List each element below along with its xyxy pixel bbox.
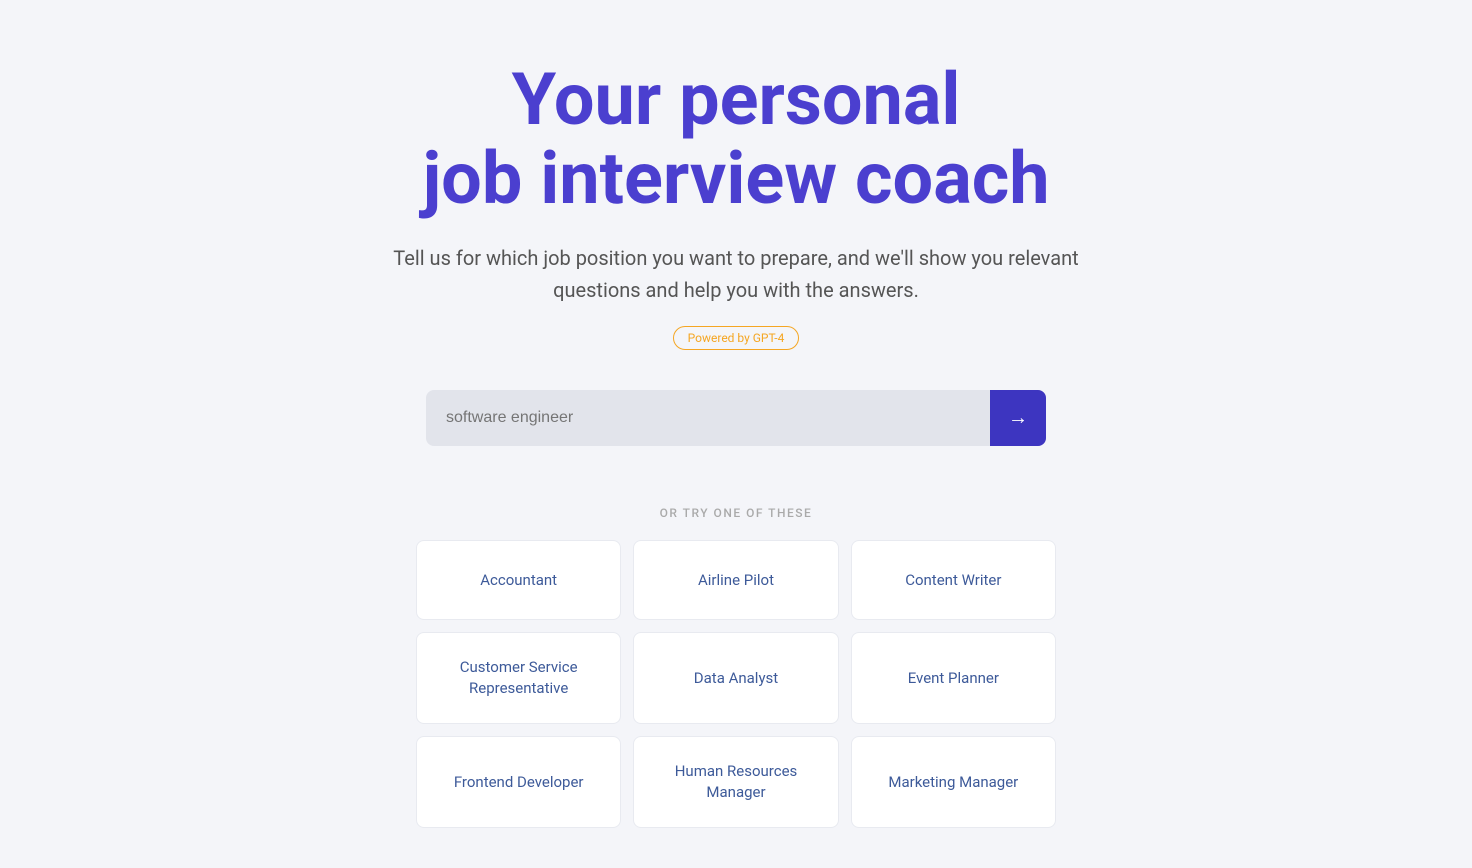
hero-title-line1: Your personal (512, 57, 961, 142)
suggestion-card-hr-manager[interactable]: Human Resources Manager (633, 736, 838, 828)
suggestion-card-marketing-manager[interactable]: Marketing Manager (851, 736, 1056, 828)
suggestion-card-event-planner[interactable]: Event Planner (851, 632, 1056, 724)
hero-title: Your personal job interview coach (386, 60, 1086, 218)
suggestion-card-airline-pilot[interactable]: Airline Pilot (633, 540, 838, 620)
hero-section: Your personal job interview coach Tell u… (386, 60, 1086, 350)
suggestion-card-customer-service-rep[interactable]: Customer Service Representative (416, 632, 621, 724)
powered-badge: Powered by GPT-4 (673, 326, 800, 350)
search-input[interactable] (426, 390, 990, 446)
arrow-icon: → (1008, 407, 1028, 430)
suggestion-card-accountant[interactable]: Accountant (416, 540, 621, 620)
hero-subtitle: Tell us for which job position you want … (386, 242, 1086, 306)
suggestion-card-frontend-developer[interactable]: Frontend Developer (416, 736, 621, 828)
search-section: → (426, 390, 1046, 446)
suggestions-label: OR TRY ONE OF THESE (416, 506, 1056, 520)
suggestion-card-data-analyst[interactable]: Data Analyst (633, 632, 838, 724)
search-container: → (426, 390, 1046, 446)
search-button[interactable]: → (990, 390, 1046, 446)
suggestion-card-content-writer[interactable]: Content Writer (851, 540, 1056, 620)
suggestions-grid: AccountantAirline PilotContent Writer Cus… (416, 540, 1056, 828)
hero-title-line2: job interview coach (422, 136, 1049, 221)
suggestions-section: OR TRY ONE OF THESE AccountantAirline Pi… (416, 506, 1056, 828)
